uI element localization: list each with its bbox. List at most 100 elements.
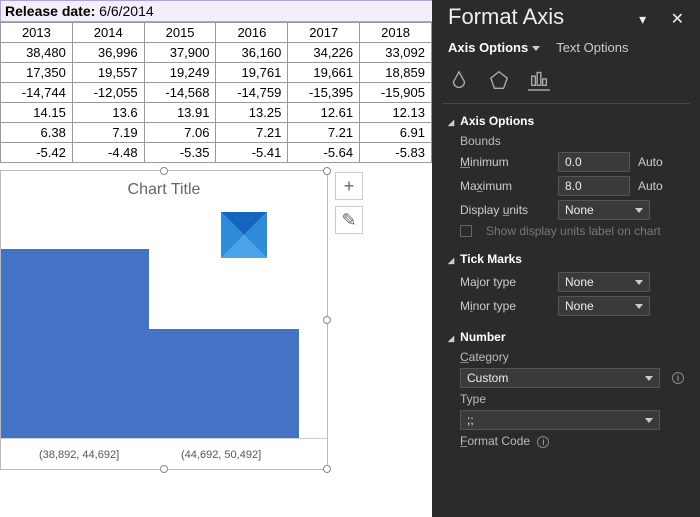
cell[interactable]: -14,568	[144, 83, 216, 103]
tab-axis-options[interactable]: Axis Options	[448, 40, 540, 55]
auto-button[interactable]: Auto	[638, 155, 663, 169]
divider	[442, 103, 690, 104]
release-cell: Release date: 6/6/2014	[0, 0, 432, 22]
type-select[interactable]: ;;	[460, 410, 660, 430]
chevron-down-icon	[645, 418, 653, 423]
spreadsheet-area: Release date: 6/6/2014 2013 2014 2015 20…	[0, 0, 432, 517]
plus-icon: +	[344, 176, 355, 197]
section-axis-options[interactable]: Axis Options	[448, 114, 684, 128]
x-axis-label: (38,892, 44,692]	[39, 449, 119, 461]
category-label: Category	[460, 350, 684, 364]
cell[interactable]: 7.21	[216, 123, 288, 143]
auto-button[interactable]: Auto	[638, 179, 663, 193]
task-pane-options-icon[interactable]: ▾	[639, 11, 646, 27]
minimum-label: Minimum	[460, 155, 550, 169]
col-header[interactable]: 2014	[72, 23, 144, 43]
plot-area[interactable]	[1, 239, 327, 439]
cell[interactable]: -15,905	[360, 83, 432, 103]
col-header[interactable]: 2018	[360, 23, 432, 43]
cell[interactable]: 38,480	[1, 43, 73, 63]
chart-styles-button[interactable]: ✎	[335, 206, 363, 234]
cell[interactable]: 12.13	[360, 103, 432, 123]
cell[interactable]: -4.48	[72, 143, 144, 163]
cell[interactable]: -14,744	[1, 83, 73, 103]
cell[interactable]: 14.15	[1, 103, 73, 123]
show-units-checkbox	[460, 225, 472, 237]
chart-elements-button[interactable]: +	[335, 172, 363, 200]
cell[interactable]: 7.19	[72, 123, 144, 143]
brush-icon: ✎	[341, 210, 356, 231]
col-header[interactable]: 2013	[1, 23, 73, 43]
chart-object[interactable]: Chart Title (38,892, 44,692] (44,692, 50…	[0, 170, 328, 470]
close-icon[interactable]: ✕	[671, 11, 684, 28]
chart-title[interactable]: Chart Title	[1, 171, 327, 205]
minimum-input[interactable]	[558, 152, 630, 172]
release-label: Release date:	[5, 3, 95, 19]
format-code-label: Format Code i	[460, 434, 684, 448]
section-tick-marks[interactable]: Tick Marks	[448, 252, 684, 266]
minor-type-label: Minor type	[460, 299, 550, 313]
bar	[149, 329, 299, 439]
major-type-select[interactable]: None	[558, 272, 650, 292]
resize-handle[interactable]	[160, 167, 168, 175]
maximum-input[interactable]	[558, 176, 630, 196]
cell[interactable]: 19,249	[144, 63, 216, 83]
major-type-label: Major type	[460, 275, 550, 289]
format-axis-pane: Format Axis ▾ ✕ Axis Options Text Option…	[432, 0, 700, 517]
display-units-select[interactable]: None	[558, 200, 650, 220]
cell[interactable]: 34,226	[288, 43, 360, 63]
cell[interactable]: 19,557	[72, 63, 144, 83]
cell[interactable]: 13.25	[216, 103, 288, 123]
axis-options-icon[interactable]	[528, 69, 550, 91]
cell[interactable]: 36,996	[72, 43, 144, 63]
info-icon[interactable]: i	[672, 372, 684, 384]
chevron-down-icon	[532, 46, 540, 51]
cell[interactable]: -5.83	[360, 143, 432, 163]
cell[interactable]: 33,092	[360, 43, 432, 63]
effects-icon[interactable]	[488, 69, 510, 91]
tab-text-options[interactable]: Text Options	[556, 40, 628, 55]
cell[interactable]: 37,900	[144, 43, 216, 63]
axis-line	[1, 438, 327, 439]
cell[interactable]: 7.21	[288, 123, 360, 143]
cell[interactable]: 36,160	[216, 43, 288, 63]
resize-handle[interactable]	[160, 465, 168, 473]
cell[interactable]: -12,055	[72, 83, 144, 103]
bounds-label: Bounds	[460, 134, 684, 148]
cell[interactable]: -5.64	[288, 143, 360, 163]
cell[interactable]: 17,350	[1, 63, 73, 83]
col-header[interactable]: 2017	[288, 23, 360, 43]
info-icon[interactable]: i	[537, 436, 549, 448]
category-select[interactable]: Custom	[460, 368, 660, 388]
cell[interactable]: 12.61	[288, 103, 360, 123]
release-value: 6/6/2014	[99, 3, 154, 19]
cell[interactable]: -14,759	[216, 83, 288, 103]
col-header[interactable]: 2016	[216, 23, 288, 43]
cell[interactable]: 13.6	[72, 103, 144, 123]
cell[interactable]: -15,395	[288, 83, 360, 103]
minor-type-select[interactable]: None	[558, 296, 650, 316]
chevron-down-icon	[635, 304, 643, 309]
chevron-down-icon	[635, 208, 643, 213]
data-table: 2013 2014 2015 2016 2017 2018 38,48036,9…	[0, 22, 432, 163]
display-units-label: Display units	[460, 203, 550, 217]
col-header[interactable]: 2015	[144, 23, 216, 43]
cell[interactable]: 18,859	[360, 63, 432, 83]
resize-handle[interactable]	[323, 167, 331, 175]
cell[interactable]: -5.35	[144, 143, 216, 163]
cell[interactable]: -5.41	[216, 143, 288, 163]
cell[interactable]: 13.91	[144, 103, 216, 123]
x-axis-label: (44,692, 50,492]	[181, 449, 261, 461]
resize-handle[interactable]	[323, 465, 331, 473]
cell[interactable]: 7.06	[144, 123, 216, 143]
cell[interactable]: -5.42	[1, 143, 73, 163]
watermark-icon	[221, 212, 267, 258]
cell[interactable]: 19,661	[288, 63, 360, 83]
cell[interactable]: 6.38	[1, 123, 73, 143]
cell[interactable]: 19,761	[216, 63, 288, 83]
show-units-label: Show display units label on chart	[486, 224, 661, 238]
cell[interactable]: 6.91	[360, 123, 432, 143]
fill-line-icon[interactable]	[448, 69, 470, 91]
section-number[interactable]: Number	[448, 330, 684, 344]
maximum-label: Maximum	[460, 179, 550, 193]
